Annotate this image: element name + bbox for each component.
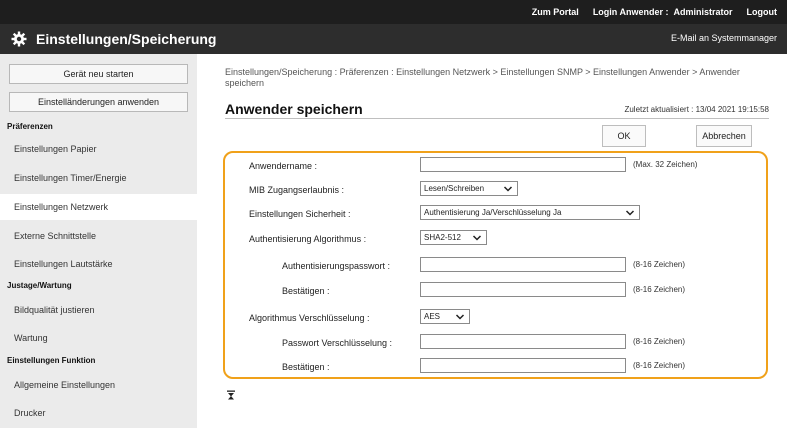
username-input[interactable] — [420, 157, 626, 172]
chevron-down-icon — [455, 314, 465, 320]
auth-confirm-label: Bestätigen : — [282, 286, 330, 296]
enc-algorithm-label: Algorithmus Verschlüsselung : — [249, 313, 370, 323]
auth-algorithm-value: SHA2-512 — [424, 233, 461, 242]
breadcrumb: Einstellungen/Speicherung : Präferenzen … — [225, 67, 740, 88]
apply-changes-button[interactable]: Einstelländerungen anwenden — [9, 92, 188, 112]
sidebar-item-general-settings[interactable]: Allgemeine Einstellungen — [0, 372, 197, 398]
main-content: Einstellungen/Speicherung : Präferenzen … — [197, 54, 787, 428]
sidebar: Gerät neu starten Einstelländerungen anw… — [0, 54, 197, 428]
sidebar-section-adjustment: Justage/Wartung — [7, 281, 72, 290]
sidebar-item-image-quality[interactable]: Bildqualität justieren — [0, 297, 197, 323]
enc-confirm-input[interactable] — [420, 358, 626, 373]
mib-access-label: MIB Zugangserlaubnis : — [249, 185, 345, 195]
app-title: Einstellungen/Speicherung — [36, 31, 217, 47]
security-label: Einstellungen Sicherheit : — [249, 209, 351, 219]
username-label: Anwendername : — [249, 161, 318, 171]
sidebar-item-network[interactable]: Einstellungen Netzwerk — [0, 194, 197, 220]
enc-confirm-hint: (8-16 Zeichen) — [633, 361, 686, 370]
username-hint: (Max. 32 Zeichen) — [633, 160, 698, 169]
sidebar-item-timer-energy[interactable]: Einstellungen Timer/Energie — [0, 165, 197, 191]
collapse-icon[interactable] — [226, 390, 236, 400]
last-updated: Zuletzt aktualisiert : 13/04 2021 19:15:… — [624, 105, 769, 114]
page-title: Anwender speichern — [225, 101, 363, 117]
auth-password-input[interactable] — [420, 257, 626, 272]
mib-access-select[interactable]: Lesen/Schreiben — [420, 181, 518, 196]
security-value: Authentisierung Ja/Verschlüsselung Ja — [424, 208, 562, 217]
chevron-down-icon — [625, 210, 635, 216]
ok-button[interactable]: OK — [602, 125, 646, 147]
sidebar-item-external-interface[interactable]: Externe Schnittstelle — [0, 223, 197, 249]
sidebar-section-function: Einstellungen Funktion — [7, 356, 96, 365]
logout-link[interactable]: Logout — [747, 7, 778, 17]
auth-password-label: Authentisierungspasswort : — [282, 261, 391, 271]
auth-password-hint: (8-16 Zeichen) — [633, 260, 686, 269]
title-divider — [225, 118, 769, 119]
sidebar-section-preferences: Präferenzen — [7, 122, 53, 131]
security-select[interactable]: Authentisierung Ja/Verschlüsselung Ja — [420, 205, 640, 220]
sidebar-item-maintenance[interactable]: Wartung — [0, 325, 197, 351]
auth-confirm-hint: (8-16 Zeichen) — [633, 285, 686, 294]
enc-password-input[interactable] — [420, 334, 626, 349]
auth-algorithm-select[interactable]: SHA2-512 — [420, 230, 487, 245]
mib-access-value: Lesen/Schreiben — [424, 184, 485, 193]
enc-confirm-label: Bestätigen : — [282, 362, 330, 372]
restart-device-button[interactable]: Gerät neu starten — [9, 64, 188, 84]
enc-algorithm-select[interactable]: AES — [420, 309, 470, 324]
sidebar-item-volume[interactable]: Einstellungen Lautstärke — [0, 251, 197, 277]
portal-link[interactable]: Zum Portal — [532, 7, 579, 17]
auth-confirm-input[interactable] — [420, 282, 626, 297]
sidebar-item-printer[interactable]: Drucker — [0, 400, 197, 426]
top-links: Zum Portal Login Anwender : Administrato… — [532, 0, 777, 24]
auth-algorithm-label: Authentisierung Algorithmus : — [249, 234, 367, 244]
sidebar-item-paper[interactable]: Einstellungen Papier — [0, 136, 197, 162]
enc-password-label: Passwort Verschlüsselung : — [282, 338, 393, 348]
header-bar: Einstellungen/Speicherung E-Mail an Syst… — [0, 24, 787, 54]
chevron-down-icon — [472, 235, 482, 241]
enc-algorithm-value: AES — [424, 312, 441, 321]
top-bar: Zum Portal Login Anwender : Administrato… — [0, 0, 787, 24]
login-user-name: Administrator — [673, 7, 733, 17]
enc-password-hint: (8-16 Zeichen) — [633, 337, 686, 346]
gear-icon — [11, 31, 27, 47]
login-user-label: Login Anwender : — [592, 7, 669, 17]
mail-admin-link[interactable]: E-Mail an Systemmanager — [671, 33, 777, 43]
cancel-button[interactable]: Abbrechen — [696, 125, 752, 147]
chevron-down-icon — [503, 186, 513, 192]
